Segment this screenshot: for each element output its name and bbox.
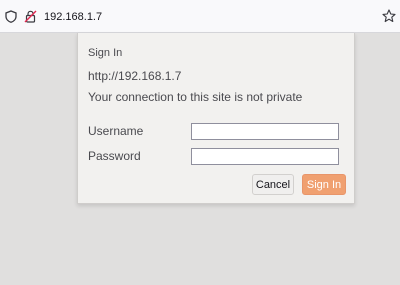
bookmark-star-icon[interactable] bbox=[382, 9, 396, 28]
sign-in-dialog: Sign In http://192.168.1.7 Your connecti… bbox=[77, 33, 355, 204]
url-text[interactable]: 192.168.1.7 bbox=[44, 11, 102, 23]
password-label: Password bbox=[88, 149, 141, 163]
dialog-site-url: http://192.168.1.7 bbox=[88, 69, 182, 83]
sign-in-button[interactable]: Sign In bbox=[302, 174, 346, 195]
username-input[interactable] bbox=[191, 123, 339, 140]
insecure-lock-icon[interactable] bbox=[24, 10, 37, 28]
password-input[interactable] bbox=[191, 148, 339, 165]
shield-icon[interactable] bbox=[5, 10, 17, 28]
username-label: Username bbox=[88, 124, 144, 138]
cancel-button[interactable]: Cancel bbox=[252, 174, 294, 195]
dialog-title: Sign In bbox=[88, 47, 123, 59]
browser-toolbar: 192.168.1.7 bbox=[0, 0, 400, 33]
dialog-message: Your connection to this site is not priv… bbox=[88, 90, 303, 104]
